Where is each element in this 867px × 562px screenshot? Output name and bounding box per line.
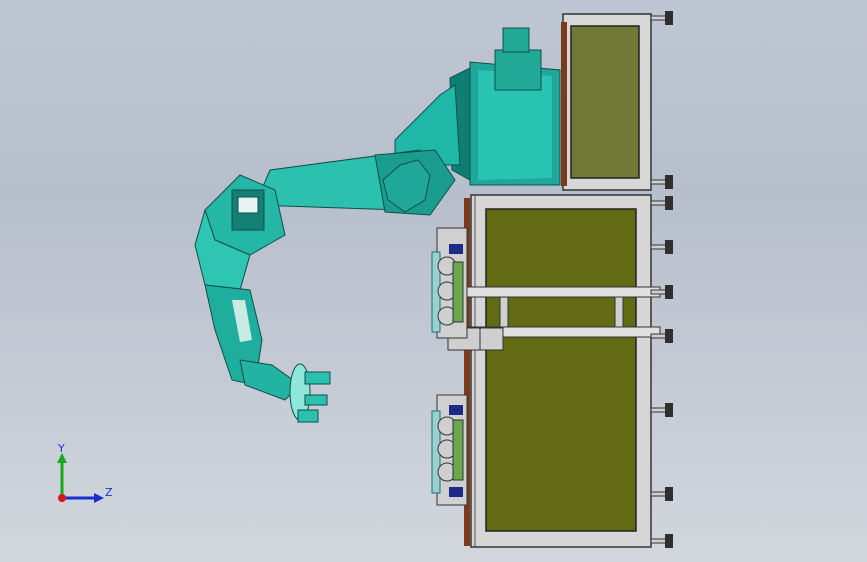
lower-cabinet-panel-bottom [485, 329, 637, 532]
foot-pad [665, 534, 673, 548]
foot-pad [665, 240, 673, 254]
foot-pad [665, 403, 673, 417]
end-effector[interactable] [289, 363, 331, 423]
foot-stem [650, 407, 668, 413]
foot-stem [650, 179, 668, 185]
leveling-feet [650, 11, 673, 548]
foot-pad [665, 487, 673, 501]
foot-stem [650, 200, 668, 206]
foot-stem [650, 289, 668, 295]
foot-pad [665, 11, 673, 25]
clamp-upper [431, 227, 468, 339]
foot-pad [665, 285, 673, 299]
robot-forearm[interactable] [194, 174, 301, 401]
triad-graphic: Y Z [57, 442, 113, 503]
coordinate-triad: Y Z [44, 438, 124, 518]
foot-pad [665, 175, 673, 189]
clamp-lower [431, 394, 468, 506]
robot-upper-arm[interactable] [254, 149, 456, 216]
foot-pad [665, 196, 673, 210]
foot-stem [650, 15, 668, 21]
y-axis-label: Y [57, 442, 65, 455]
upper-cabinet-panel [570, 25, 640, 179]
cad-viewport[interactable]: Y Z [0, 0, 867, 562]
foot-stem [650, 538, 668, 544]
foot-stem [650, 333, 668, 339]
robot-cell-model[interactable] [0, 0, 867, 562]
foot-stem [650, 491, 668, 497]
foot-stem [650, 244, 668, 250]
z-axis-label: Z [105, 486, 113, 499]
foot-pad [665, 329, 673, 343]
